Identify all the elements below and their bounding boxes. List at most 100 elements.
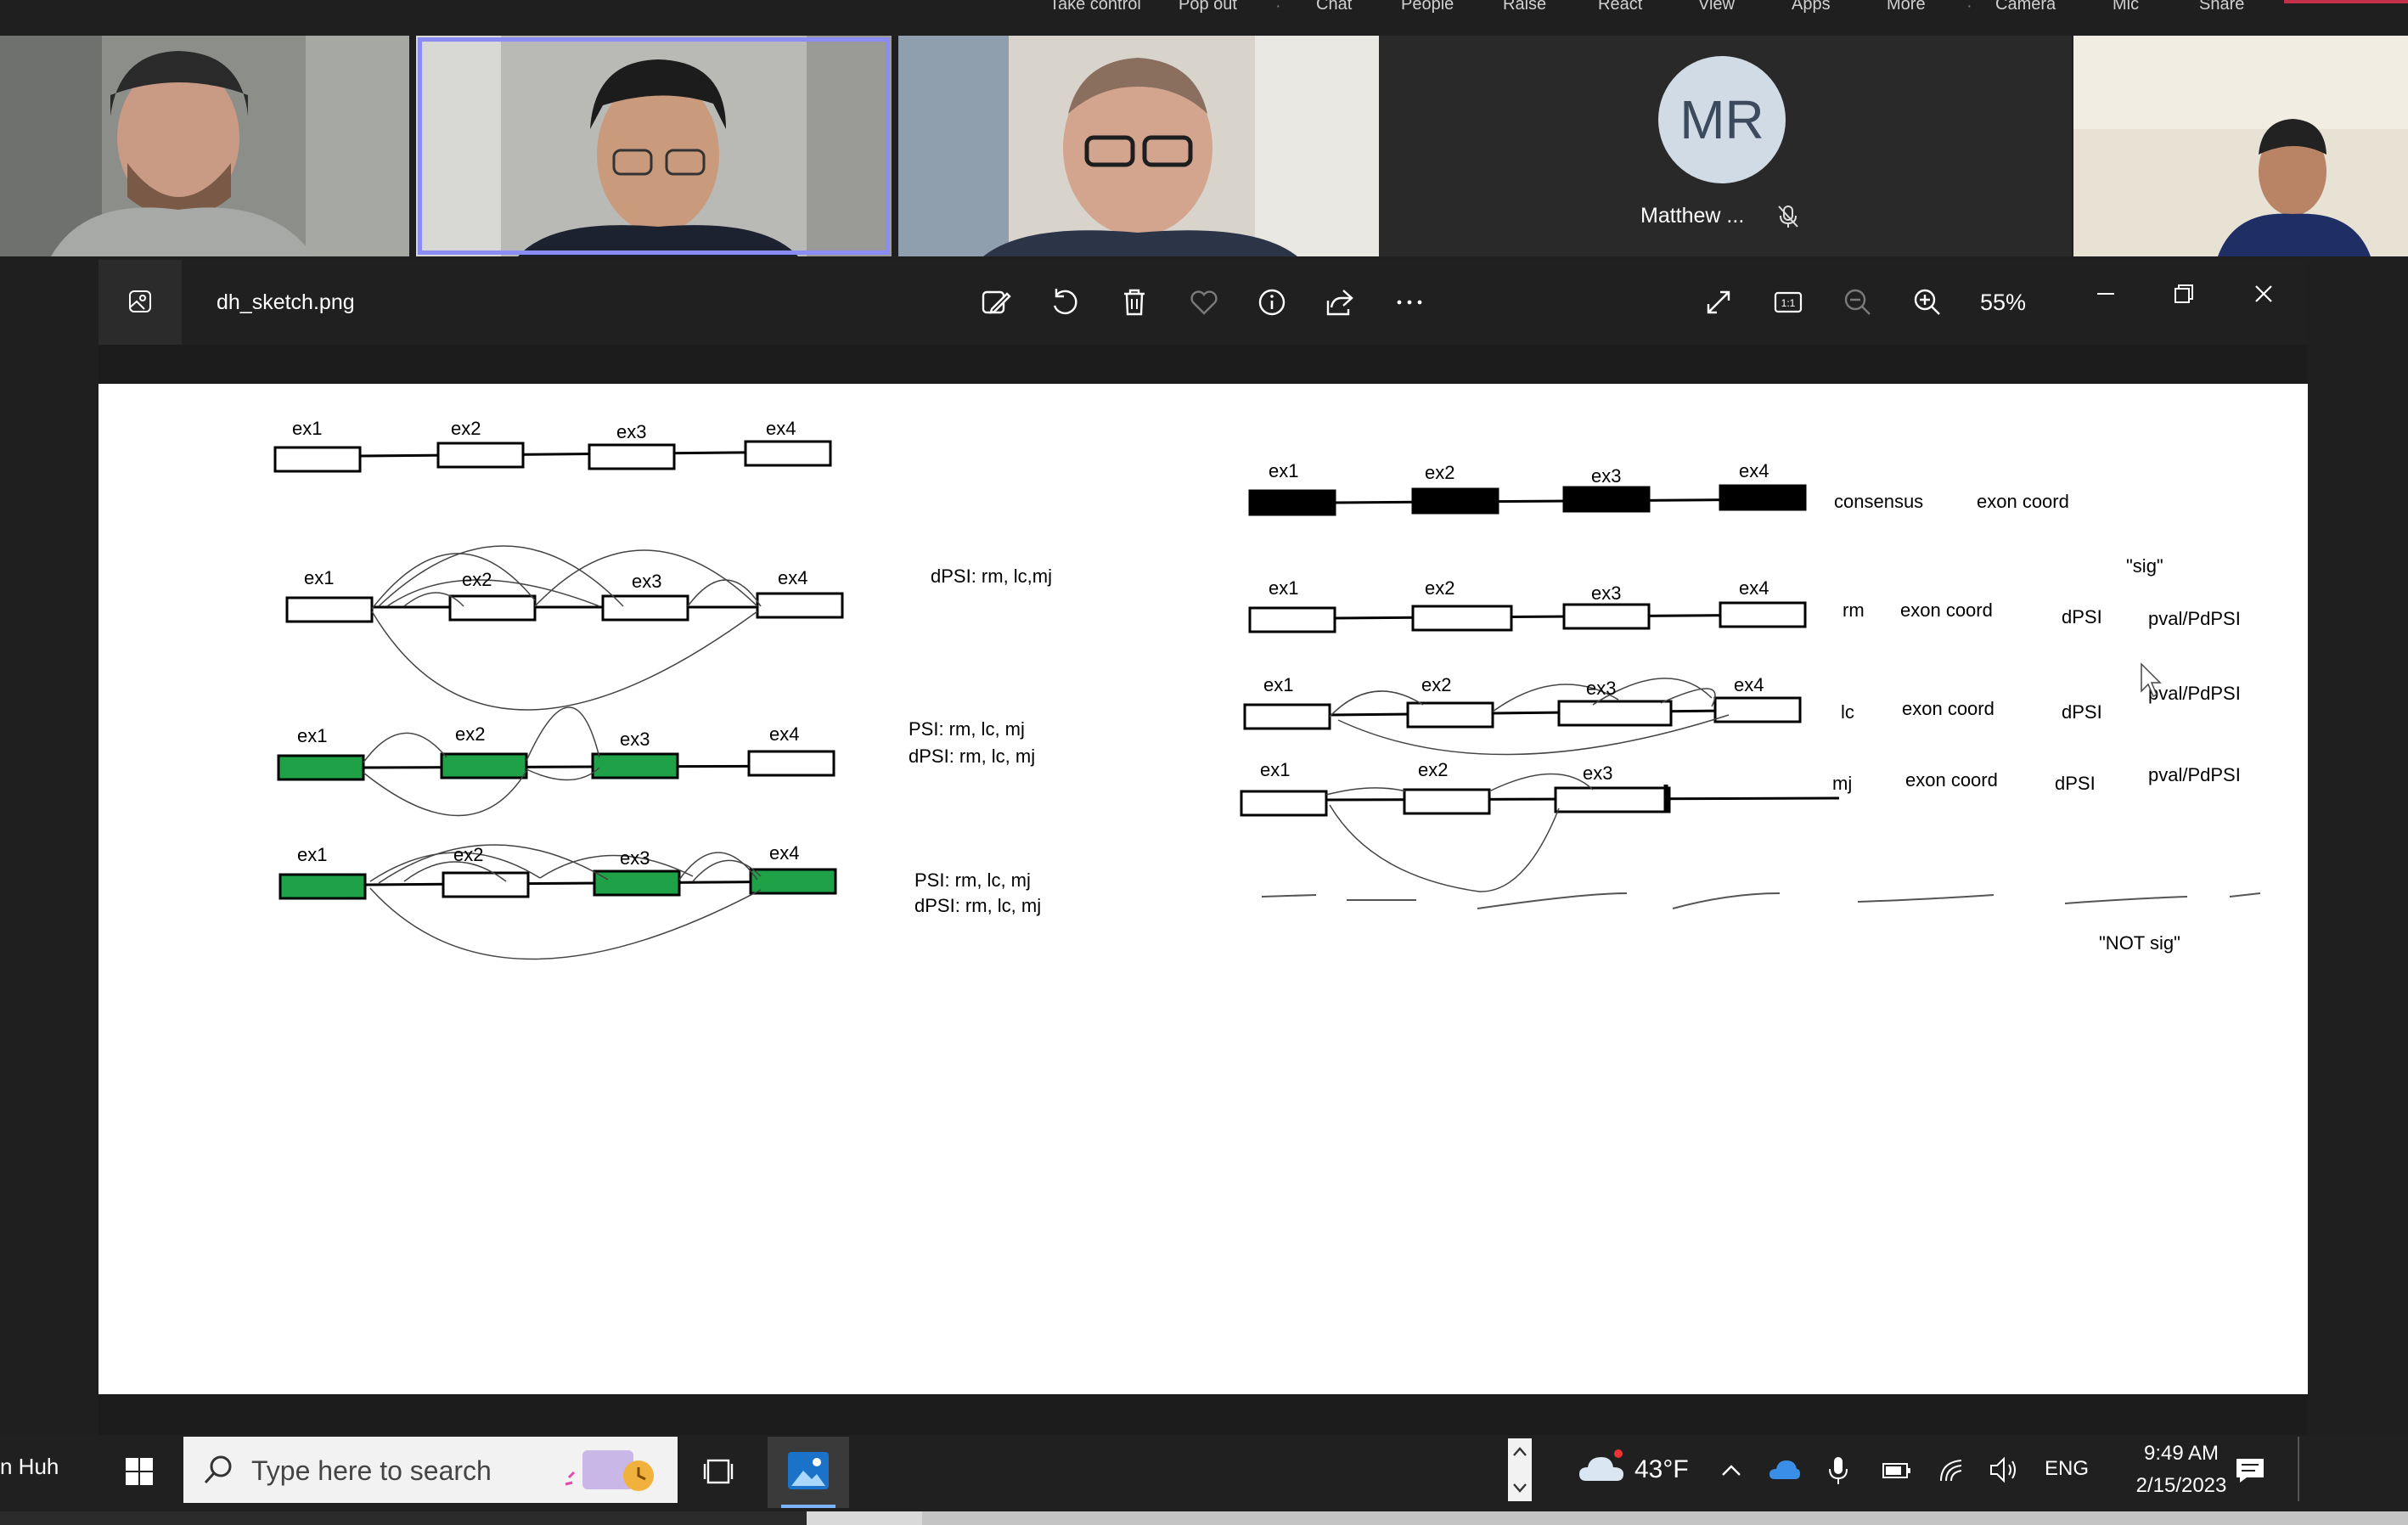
chat-button[interactable]: Chat xyxy=(1316,0,1352,14)
note-dpsi: dPSI xyxy=(2062,701,2102,723)
clock-date[interactable]: 2/15/2023 xyxy=(2126,1474,2236,1498)
notification-center-icon[interactable] xyxy=(2233,1454,2267,1488)
apps-button[interactable]: Apps xyxy=(1792,0,1831,14)
edit-image-icon[interactable] xyxy=(978,285,1012,319)
people-button[interactable]: People xyxy=(1401,0,1454,14)
info-icon[interactable] xyxy=(1255,285,1289,319)
note-consensus: consensus xyxy=(1834,491,1923,512)
rotate-icon[interactable] xyxy=(1048,285,1082,319)
sketch-rm-row xyxy=(1248,601,1807,633)
windows-start-icon[interactable] xyxy=(124,1456,155,1487)
favorite-icon[interactable] xyxy=(1187,285,1221,319)
exon-label: ex3 xyxy=(1583,762,1612,784)
view-button[interactable]: View xyxy=(1698,0,1735,14)
zoom-in-icon[interactable] xyxy=(1910,285,1944,319)
note-not-sig: "NOT sig" xyxy=(2099,932,2180,954)
pop-out-button[interactable]: Pop out xyxy=(1179,0,1237,14)
minimize-icon[interactable] xyxy=(2089,277,2123,311)
network-icon[interactable] xyxy=(1938,1455,1966,1484)
exon-label: ex3 xyxy=(1586,678,1616,699)
fullscreen-icon[interactable] xyxy=(1702,285,1736,319)
leave-button[interactable] xyxy=(2284,0,2408,3)
exon-label: ex4 xyxy=(1734,674,1764,695)
microphone-icon[interactable] xyxy=(1827,1455,1849,1486)
participant-video-1[interactable] xyxy=(0,36,409,256)
presenter-name: n Huh xyxy=(0,1454,59,1479)
sketch-mj-row xyxy=(1240,785,1840,817)
exon-label: ex4 xyxy=(766,418,796,439)
actual-size-icon[interactable]: 1:1 xyxy=(1771,285,1805,319)
exon-label: ex1 xyxy=(304,567,334,588)
participant-video-image xyxy=(898,36,1379,256)
share-button[interactable]: Share xyxy=(2199,0,2244,14)
note-pval: pval/PdPSI xyxy=(2148,608,2241,629)
raise-hand-button[interactable]: Raise xyxy=(1503,0,1546,14)
close-icon[interactable] xyxy=(2247,277,2281,311)
app-icon-box xyxy=(98,260,182,345)
more-button[interactable]: More xyxy=(1887,0,1926,14)
note-dpsi: dPSI xyxy=(2062,606,2102,627)
restore-icon[interactable] xyxy=(2167,277,2201,311)
note-exon-coord: exon coord xyxy=(1905,769,1998,791)
sketch-divider-strokes xyxy=(1261,892,2261,909)
participant-video-5[interactable] xyxy=(2073,36,2408,256)
sketch-consensus-row xyxy=(1248,484,1807,516)
volume-icon[interactable] xyxy=(1989,1455,2021,1484)
taskbar-search-box[interactable]: Type here to search xyxy=(183,1437,678,1503)
participant-name: Matthew ... xyxy=(1640,204,1745,228)
more-icon[interactable] xyxy=(1392,285,1426,319)
note-rm: rm xyxy=(1843,599,1865,621)
exon-label: ex3 xyxy=(1591,465,1621,487)
photos-taskbar-button[interactable] xyxy=(768,1437,849,1508)
note-sig: "sig" xyxy=(2126,555,2163,577)
task-view-icon[interactable] xyxy=(701,1454,737,1489)
exon-label: ex2 xyxy=(1418,759,1448,780)
search-highlight-icon xyxy=(565,1450,654,1491)
onedrive-icon[interactable] xyxy=(1769,1457,1800,1483)
clock-time[interactable]: 9:49 AM xyxy=(2126,1442,2236,1466)
react-button[interactable]: React xyxy=(1598,0,1642,14)
exon-label: ex4 xyxy=(769,842,799,864)
share-icon[interactable] xyxy=(1323,285,1357,319)
participant-video-2-active-speaker[interactable] xyxy=(416,36,892,256)
note-dpsi: dPSI xyxy=(2055,773,2096,794)
participant-video-image xyxy=(416,36,892,256)
image-canvas: ex1 ex2 ex3 ex4 ex1 ex2 ex3 ex4 dPSI: rm… xyxy=(98,384,2308,1394)
exon-label: ex4 xyxy=(1739,460,1769,481)
exon-label: ex3 xyxy=(620,729,650,750)
chevron-up-icon[interactable] xyxy=(1719,1460,1744,1481)
mic-off-icon xyxy=(1778,205,1798,228)
svg-text:1:1: 1:1 xyxy=(1781,297,1796,309)
battery-icon[interactable] xyxy=(1882,1460,1912,1481)
note-exon-coord: exon coord xyxy=(1977,491,2069,512)
photos-titlebar: dh_sketch.png 1:1 55% xyxy=(98,260,2308,345)
note-row-3-dpsi: dPSI: rm, lc, mj xyxy=(909,746,1035,767)
participant-video-image xyxy=(2073,36,2408,256)
exon-label: ex3 xyxy=(632,571,661,592)
cloud-weather-icon[interactable] xyxy=(1578,1447,1625,1486)
exon-label: ex1 xyxy=(292,418,322,439)
mic-button[interactable]: Mic xyxy=(2113,0,2139,14)
delete-icon[interactable] xyxy=(1117,285,1151,319)
camera-button[interactable]: Camera xyxy=(1995,0,2056,14)
sketch-row-1-labels: ex1 ex2 ex3 ex4 xyxy=(292,418,796,442)
sketch-drawing: ex1 ex2 ex3 ex4 ex1 ex2 ex3 ex4 dPSI: rm… xyxy=(273,418,2261,960)
photos-app-icon xyxy=(788,1452,829,1489)
note-row-2: dPSI: rm, lc,mj xyxy=(931,566,1052,587)
exon-label: ex1 xyxy=(1263,674,1293,695)
image-file-icon xyxy=(129,290,151,312)
exon-label: ex2 xyxy=(451,418,481,439)
zoom-level[interactable]: 55% xyxy=(1980,290,2026,316)
scroll-arrows-icon[interactable] xyxy=(1508,1438,1532,1501)
meeting-toolbar: Take control Pop out · Chat People Raise… xyxy=(0,0,2408,36)
participant-video-3[interactable] xyxy=(898,36,1379,256)
exon-label: ex1 xyxy=(1269,460,1298,481)
weather-temperature[interactable]: 43°F xyxy=(1634,1455,1689,1484)
take-control-button[interactable]: Take control xyxy=(1049,0,1141,14)
exon-label: ex1 xyxy=(1269,577,1298,599)
sketch-row-1 xyxy=(273,440,832,473)
toolbar-divider: · xyxy=(1275,0,1281,15)
zoom-out-icon[interactable] xyxy=(1841,285,1875,319)
exon-label: ex2 xyxy=(455,723,485,745)
input-language[interactable]: ENG xyxy=(2045,1457,2089,1481)
